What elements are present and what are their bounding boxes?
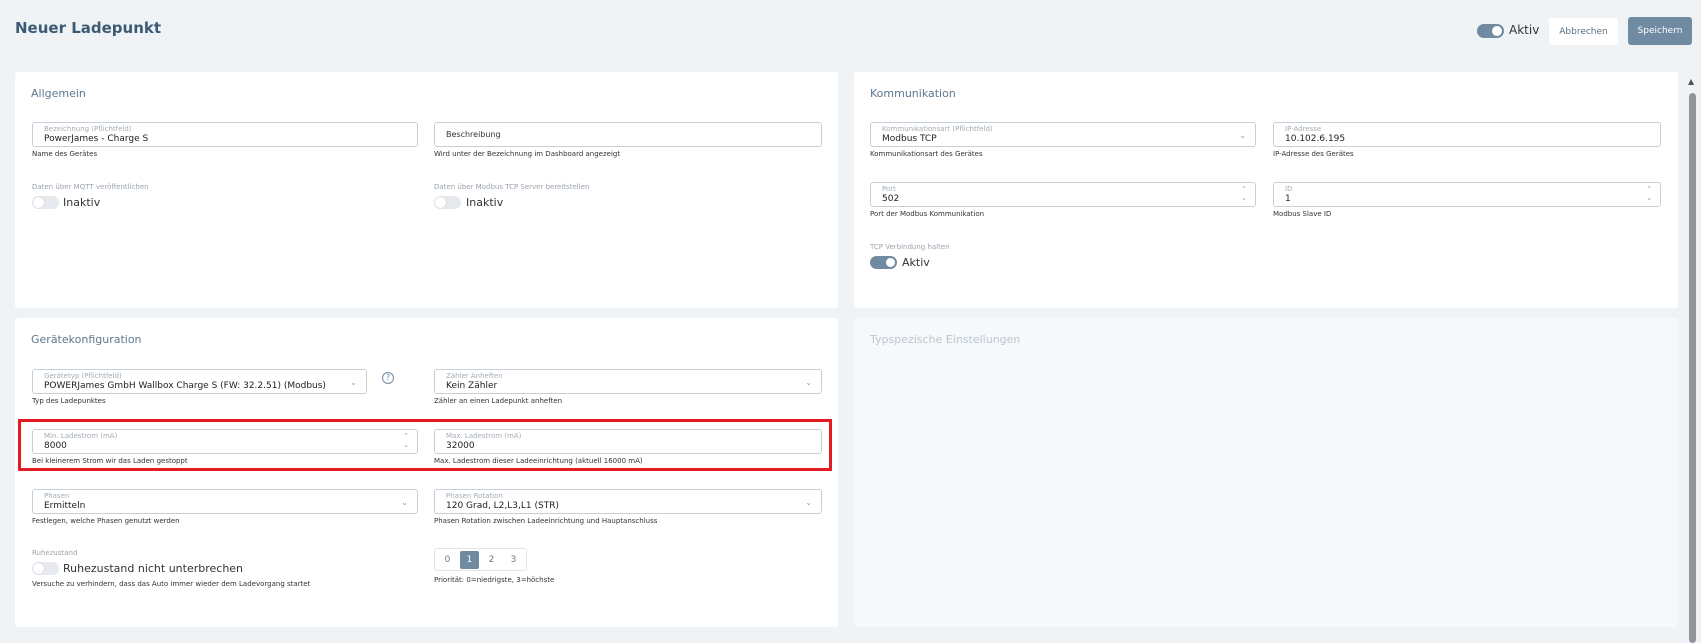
toggle-knob	[435, 197, 446, 208]
phase-rotation-select[interactable]: Phasen Rotation 120 Grad, L2,L3,L1 (STR)…	[434, 489, 822, 514]
device-type-select[interactable]: Gerätetyp (Pflichtfeld) POWERJames GmbH …	[32, 369, 367, 394]
help-icon[interactable]: ?	[382, 372, 394, 384]
device-config-card-title: Gerätekonfiguration	[31, 333, 142, 346]
description-hint: Wird unter der Bezeichnung im Dashboard …	[434, 150, 621, 158]
cancel-button[interactable]: Abbrechen	[1549, 18, 1618, 45]
active-toggle[interactable]	[1477, 24, 1504, 38]
phases-label: Phasen	[44, 492, 70, 500]
meter-label: Zähler Anheften	[446, 372, 503, 380]
slave-id-value: 1	[1285, 194, 1291, 204]
toggle-knob	[1492, 26, 1502, 36]
port-field[interactable]: Port 502 ⌃ ⌄	[870, 182, 1256, 207]
active-toggle-label: Aktiv	[1509, 23, 1540, 37]
save-button[interactable]: Speichern	[1628, 17, 1692, 45]
device-type-label: Gerätetyp (Pflichtfeld)	[44, 372, 122, 380]
type-settings-card-title: Typspezische Einstellungen	[870, 333, 1021, 346]
name-field[interactable]: Bezeichnung (Pflichtfeld) PowerJames - C…	[32, 122, 418, 147]
tcp-keepalive-state: Aktiv	[902, 256, 930, 269]
stepper-icon[interactable]: ⌃ ⌄	[1241, 185, 1247, 203]
scrollbar-thumb[interactable]	[1689, 93, 1696, 643]
scroll-up-arrow-icon[interactable]: ▲	[1688, 77, 1694, 86]
phase-rotation-hint: Phasen Rotation zwischen Ladeeinrichtung…	[434, 517, 658, 525]
description-placeholder: Beschreibung	[446, 130, 501, 139]
communication-type-select[interactable]: Kommunikationsart (Pflichtfeld) Modbus T…	[870, 122, 1256, 147]
communication-card: Kommunikation Kommunikationsart (Pflicht…	[854, 72, 1678, 308]
idle-toggle[interactable]	[32, 562, 59, 575]
highlight-box	[18, 419, 832, 471]
mqtt-label: Daten über MQTT veröffentlichen	[32, 183, 149, 191]
device-type-hint: Typ des Ladepunktes	[32, 397, 106, 405]
priority-option-2[interactable]: 2	[482, 551, 501, 569]
port-label: Port	[882, 185, 896, 193]
mqtt-toggle[interactable]	[32, 196, 59, 209]
tcp-keepalive-label: TCP Verbindung halten	[870, 243, 950, 251]
mqtt-state: Inaktiv	[63, 196, 101, 209]
general-card-title: Allgemein	[31, 87, 86, 100]
ip-address-label: IP-Adresse	[1285, 125, 1322, 133]
slave-id-field[interactable]: ID 1 ⌃ ⌄	[1273, 182, 1661, 207]
device-type-value: POWERJames GmbH Wallbox Charge S (FW: 32…	[44, 381, 326, 391]
port-value: 502	[882, 194, 900, 204]
port-hint: Port der Modbus Kommunikation	[870, 210, 985, 218]
idle-label: Ruhezustand	[32, 549, 78, 557]
name-field-label: Bezeichnung (Pflichtfeld)	[44, 125, 132, 133]
priority-selector: 0 1 2 3	[434, 548, 527, 571]
chevron-down-icon: ⌄	[401, 498, 408, 507]
meter-hint: Zähler an einen Ladepunkt anheften	[434, 397, 563, 405]
phase-rotation-value: 120 Grad, L2,L3,L1 (STR)	[446, 501, 559, 511]
tcp-keepalive-toggle[interactable]	[870, 256, 897, 269]
meter-select[interactable]: Zähler Anheften Kein Zähler ⌄	[434, 369, 822, 394]
priority-hint: Priorität: 0=niedrigste, 3=höchste	[434, 576, 555, 584]
chevron-down-icon: ⌄	[1239, 131, 1246, 140]
modbus-server-state: Inaktiv	[466, 196, 504, 209]
communication-card-title: Kommunikation	[870, 87, 956, 100]
page-title: Neuer Ladepunkt	[15, 19, 162, 37]
meter-value: Kein Zähler	[446, 381, 498, 391]
chevron-down-icon: ⌄	[350, 378, 357, 387]
slave-id-hint: Modbus Slave ID	[1273, 210, 1332, 218]
toggle-knob	[886, 258, 895, 267]
toggle-knob	[33, 563, 44, 574]
idle-hint: Versuche zu verhindern, dass das Auto im…	[32, 580, 311, 588]
name-hint: Name des Gerätes	[32, 150, 98, 158]
stepper-icon[interactable]: ⌃ ⌄	[1646, 185, 1652, 203]
description-input[interactable]: Beschreibung	[434, 122, 822, 147]
modbus-server-label: Daten über Modbus TCP Server bereitstell…	[434, 183, 590, 191]
communication-type-label: Kommunikationsart (Pflichtfeld)	[882, 125, 993, 133]
priority-option-3[interactable]: 3	[504, 551, 523, 569]
phases-select[interactable]: Phasen Ermitteln ⌄	[32, 489, 418, 514]
priority-option-1[interactable]: 1	[460, 551, 479, 569]
phases-hint: Festlegen, welche Phasen genutzt werden	[32, 517, 180, 525]
ip-address-hint: IP-Adresse des Gerätes	[1273, 150, 1354, 158]
communication-type-value: Modbus TCP	[882, 134, 937, 144]
general-card: Allgemein Bezeichnung (Pflichtfeld) Powe…	[15, 72, 838, 308]
chevron-down-icon: ⌄	[805, 378, 812, 387]
phase-rotation-label: Phasen Rotation	[446, 492, 503, 500]
slave-id-label: ID	[1285, 185, 1293, 193]
toggle-knob	[33, 197, 44, 208]
priority-option-0[interactable]: 0	[438, 551, 457, 569]
phases-value: Ermitteln	[44, 501, 86, 511]
idle-state: Ruhezustand nicht unterbrechen	[63, 562, 244, 575]
device-config-card: Gerätekonfiguration Gerätetyp (Pflichtfe…	[15, 318, 838, 627]
ip-address-value: 10.102.6.195	[1285, 134, 1346, 144]
ip-address-field[interactable]: IP-Adresse 10.102.6.195	[1273, 122, 1661, 147]
communication-type-hint: Kommunikationsart des Gerätes	[870, 150, 983, 158]
name-field-value: PowerJames - Charge S	[44, 134, 149, 144]
modbus-server-toggle[interactable]	[434, 196, 461, 209]
type-settings-card: Typspezische Einstellungen	[854, 318, 1678, 627]
chevron-down-icon: ⌄	[805, 498, 812, 507]
